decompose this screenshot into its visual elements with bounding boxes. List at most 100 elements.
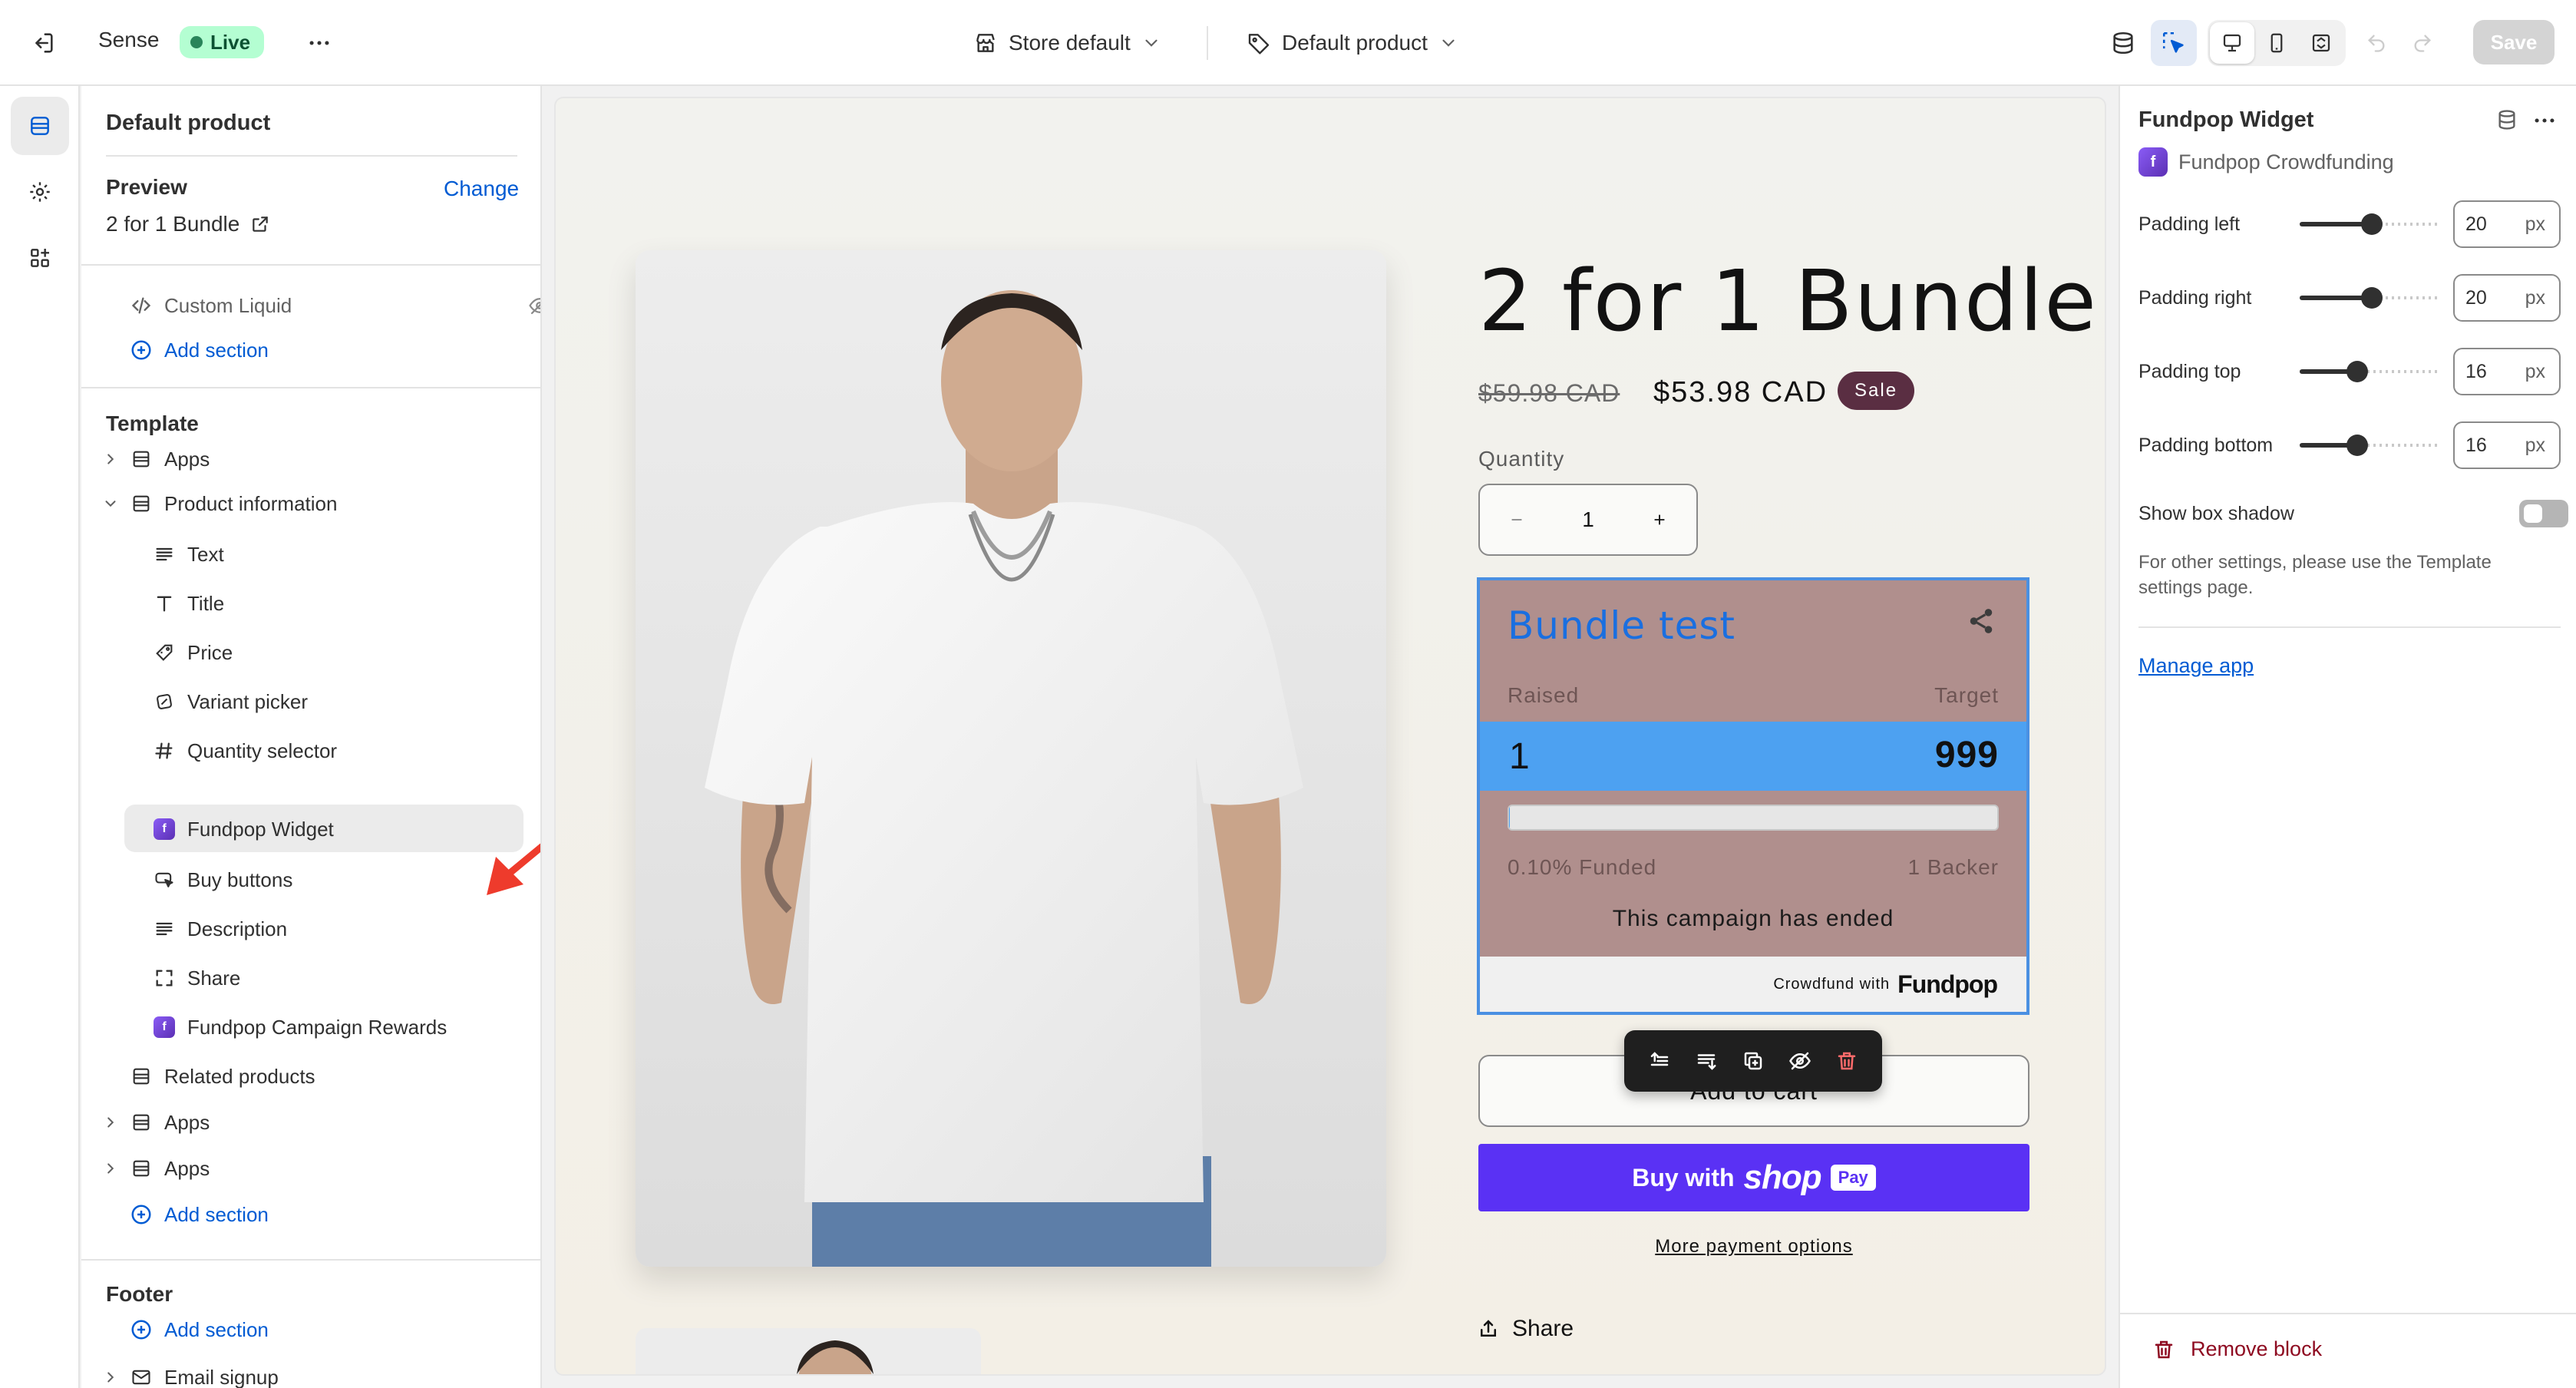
block-fundpop-widget[interactable]: f Fundpop Widget <box>152 808 334 851</box>
more-payment-options-link[interactable]: More payment options <box>1477 1236 2031 1257</box>
add-section-template[interactable]: Add section <box>129 1193 269 1236</box>
tree-item-apps[interactable]: Apps <box>107 438 210 481</box>
block-text[interactable]: Text <box>152 533 224 576</box>
text-icon <box>152 542 177 567</box>
hide-icon[interactable] <box>1782 1043 1818 1079</box>
chevron-right-icon[interactable] <box>100 1367 121 1388</box>
fundpop-widget[interactable]: Bundle test Raised Target 1 999 0.10% Fu… <box>1477 577 2029 1015</box>
chevron-down-icon[interactable] <box>100 493 121 514</box>
block-label: Fundpop Campaign Rewards <box>187 1015 447 1039</box>
padding-left-input[interactable]: 20 px <box>2453 200 2561 248</box>
block-fundpop-campaign-rewards[interactable]: f Fundpop Campaign Rewards <box>152 1006 447 1049</box>
tree-item-product-information[interactable]: Product information <box>105 482 338 525</box>
mobile-view-button[interactable] <box>2254 22 2299 64</box>
fullscreen-view-button[interactable] <box>2299 22 2343 64</box>
block-label: Price <box>187 640 233 664</box>
tree-item-label: Related products <box>164 1064 315 1088</box>
tree-item-label: Product information <box>164 491 338 515</box>
block-label: Title <box>187 591 225 615</box>
theme-actions-button[interactable] <box>299 23 339 63</box>
block-title[interactable]: Title <box>152 582 224 625</box>
show-box-shadow-toggle[interactable] <box>2519 500 2568 527</box>
app-source-label: Fundpop Crowdfunding <box>2178 150 2394 174</box>
chevron-right-icon[interactable] <box>100 1112 121 1133</box>
block-label: Buy buttons <box>187 868 293 891</box>
block-quantity-selector[interactable]: Quantity selector <box>152 729 337 772</box>
tree-item-related-products[interactable]: Related products <box>129 1055 315 1098</box>
padding-bottom-slider[interactable] <box>2300 435 2441 456</box>
tree-item-apps[interactable]: Apps <box>107 1101 210 1144</box>
exit-button[interactable] <box>23 23 63 63</box>
preview-change-link[interactable]: Change <box>444 177 519 201</box>
rail-sections-button[interactable] <box>11 97 69 155</box>
tree-item-label: Apps <box>164 1156 210 1180</box>
chevron-right-icon[interactable] <box>100 1158 121 1179</box>
fundpop-app-icon: f <box>2138 147 2168 177</box>
padding-left-setting: Padding left 20 px <box>2138 200 2568 249</box>
more-horizontal-icon[interactable] <box>2531 107 2558 134</box>
preview-product[interactable]: 2 for 1 Bundle <box>106 212 270 236</box>
padding-left-slider[interactable] <box>2300 213 2441 235</box>
tree-item-email-signup[interactable]: Email signup <box>107 1356 279 1388</box>
desktop-view-button[interactable] <box>2210 22 2254 64</box>
plus-circle-icon <box>129 1202 154 1227</box>
section-icon <box>129 1156 154 1181</box>
block-variant-picker[interactable]: Variant picker <box>152 680 308 723</box>
tree-item-custom-liquid[interactable]: Custom Liquid <box>129 284 540 327</box>
trash-icon <box>2152 1338 2175 1361</box>
add-section-header[interactable]: Add section <box>129 329 269 372</box>
price-tag-icon <box>152 640 177 665</box>
desktop-icon <box>2221 31 2244 55</box>
store-selector[interactable]: Store default <box>973 23 1161 63</box>
block-label: Quantity selector <box>187 739 338 762</box>
chevron-right-icon[interactable] <box>100 448 121 470</box>
remove-block-button[interactable]: Remove block <box>2152 1337 2322 1361</box>
settings-title: Fundpop Widget <box>2138 107 2314 132</box>
tree-item-apps[interactable]: Apps <box>107 1147 210 1190</box>
setting-label: Show box shadow <box>2138 502 2294 524</box>
divider <box>106 155 517 157</box>
save-button[interactable]: Save <box>2473 20 2555 64</box>
padding-bottom-input[interactable]: 16 px <box>2453 421 2561 469</box>
template-selector[interactable]: Default product <box>1247 23 1458 63</box>
product-image[interactable] <box>636 250 1386 1267</box>
manage-app-link[interactable]: Manage app <box>2138 654 2254 678</box>
footer-group-label: Footer <box>106 1282 173 1306</box>
share-icon[interactable] <box>1967 606 1996 636</box>
rail-apps-button[interactable] <box>11 229 69 287</box>
block-price[interactable]: Price <box>152 631 233 674</box>
padding-top-input[interactable]: 16 px <box>2453 348 2561 395</box>
rail-settings-button[interactable] <box>11 163 69 221</box>
block-label: Text <box>187 542 224 566</box>
add-section-footer[interactable]: Add section <box>129 1308 269 1351</box>
dynamic-source-icon[interactable] <box>2495 107 2519 132</box>
select-element-button[interactable] <box>2151 20 2197 66</box>
redo-button[interactable] <box>2399 20 2446 66</box>
quantity-increase-button[interactable] <box>1644 504 1675 535</box>
move-down-icon[interactable] <box>1688 1043 1725 1079</box>
inspector-button[interactable] <box>2100 20 2146 66</box>
divider <box>2120 1313 2576 1314</box>
product-thumbnail[interactable] <box>636 1328 981 1374</box>
share-button[interactable]: Share <box>1477 1316 1574 1342</box>
block-buy-buttons[interactable]: Buy buttons <box>152 858 292 901</box>
quantity-value[interactable]: 1 <box>1582 507 1594 532</box>
setting-label: Padding left <box>2138 213 2241 235</box>
block-share[interactable]: Share <box>152 957 240 1000</box>
block-label: Share <box>187 966 241 990</box>
padding-top-slider[interactable] <box>2300 361 2441 382</box>
title-icon <box>152 591 177 616</box>
move-up-icon[interactable] <box>1641 1043 1678 1079</box>
store-selector-label: Store default <box>1009 31 1131 55</box>
block-description[interactable]: Description <box>152 907 287 950</box>
padding-right-input[interactable]: 20 px <box>2453 274 2561 322</box>
quantity-decrease-button[interactable] <box>1501 504 1532 535</box>
shop-pay-button[interactable]: Buy with shop Pay <box>1478 1144 2029 1211</box>
chevron-down-icon <box>1141 33 1161 53</box>
undo-button[interactable] <box>2353 20 2399 66</box>
duplicate-icon[interactable] <box>1735 1043 1772 1079</box>
padding-right-slider[interactable] <box>2300 287 2441 309</box>
eye-off-icon[interactable] <box>528 294 540 317</box>
delete-icon[interactable] <box>1828 1043 1865 1079</box>
sidebar-title: Default product <box>106 111 271 135</box>
